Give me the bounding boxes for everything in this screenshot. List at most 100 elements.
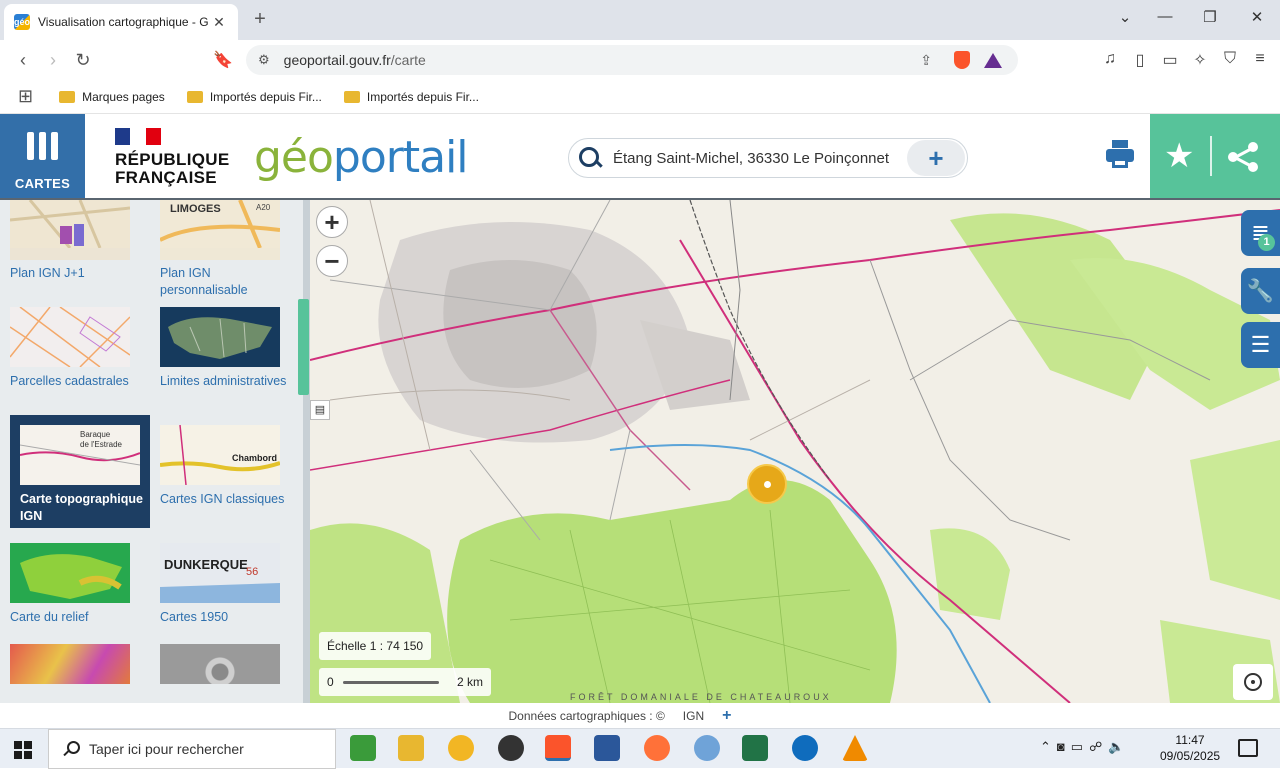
sidebar-toggle-icon[interactable]: ▯ bbox=[1130, 50, 1150, 70]
bookmark-label: Importés depuis Fir... bbox=[366, 89, 479, 104]
brave-shield-icon[interactable] bbox=[954, 51, 970, 69]
catalog-icon bbox=[0, 132, 85, 160]
scale-end: 2 km bbox=[457, 675, 484, 689]
catalog-item-relief[interactable]: Carte du relief bbox=[0, 543, 140, 626]
cartes-classiques-thumbnail: Chambord bbox=[160, 425, 280, 485]
address-bar[interactable]: ⚙ geoportail.gouv.fr/carte ⇪ bbox=[246, 45, 1018, 75]
windows-taskbar: Taper ici pour rechercher ⌃ ◙ ▭ ☍ 🔈 11:4… bbox=[0, 728, 1280, 769]
catalog-item-label: Parcelles cadastrales bbox=[10, 374, 129, 388]
map-info-button[interactable]: ▤ bbox=[310, 400, 330, 420]
catalog-item-carte-topo[interactable]: Baraque de l'Estrade Carte topographique … bbox=[10, 415, 150, 528]
catalog-item-plan-ign-perso[interactable]: LIMOGES A20 Plan IGN personnalisable bbox=[150, 200, 290, 299]
tools-button[interactable]: 🔧 bbox=[1241, 268, 1280, 314]
plan-ign-perso-thumbnail: LIMOGES A20 bbox=[160, 200, 280, 260]
vlc-icon[interactable] bbox=[842, 735, 868, 761]
map-view[interactable]: FORÊT DOMANIALE DE CHATEAUROUX + − ▤ Éch… bbox=[310, 200, 1280, 703]
catalog-scrollbar[interactable] bbox=[303, 200, 310, 703]
browser-tab-strip: géo Visualisation cartographique - G ✕ +… bbox=[0, 0, 1280, 40]
minimize-window-icon[interactable]: — bbox=[1145, 8, 1185, 25]
notification-center-icon[interactable] bbox=[1238, 739, 1258, 757]
close-tab-icon[interactable]: ✕ bbox=[210, 14, 228, 31]
network-icon[interactable]: ☍ bbox=[1089, 739, 1102, 755]
bookmark-folder[interactable]: Importés depuis Fir... bbox=[343, 89, 479, 104]
zoom-in-button[interactable]: + bbox=[316, 206, 348, 238]
url-path: /carte bbox=[390, 52, 426, 68]
wrench-icon: 🔧 bbox=[1246, 278, 1275, 303]
location-marker-icon[interactable] bbox=[747, 464, 787, 504]
geoportail-logo[interactable]: géoportail bbox=[254, 132, 469, 183]
catalog-scroll-thumb[interactable] bbox=[298, 299, 309, 395]
battery-icon[interactable]: ▭ bbox=[1071, 739, 1083, 755]
zoom-out-button[interactable]: − bbox=[316, 245, 348, 277]
taskbar-clock[interactable]: 11:47 09/05/2025 bbox=[1160, 732, 1220, 764]
volume-icon[interactable]: 🔈 bbox=[1108, 739, 1124, 755]
media-icon[interactable]: ♫ bbox=[1100, 50, 1120, 70]
catalog-item-limites[interactable]: Limites administratives bbox=[150, 307, 290, 390]
file-explorer-icon[interactable] bbox=[398, 735, 424, 761]
map-attribution: Données cartographiques : © IGN + bbox=[0, 703, 1280, 728]
meet-now-icon[interactable]: ◙ bbox=[1057, 739, 1065, 755]
thunderbird-icon[interactable] bbox=[792, 735, 818, 761]
attribution-provider: IGN bbox=[682, 708, 705, 723]
forward-arrow-icon[interactable]: › bbox=[38, 50, 68, 71]
search-input[interactable]: Étang Saint-Michel, 36330 Le Poinçonnet bbox=[613, 150, 907, 167]
place-search-box[interactable]: Étang Saint-Michel, 36330 Le Poinçonnet … bbox=[568, 138, 968, 178]
app-cloud-icon[interactable] bbox=[694, 735, 720, 761]
dunkerque-thumb-text: DUNKERQUE bbox=[164, 557, 248, 572]
browser-tab[interactable]: géo Visualisation cartographique - G ✕ bbox=[4, 4, 238, 40]
catalog-item-parcelles[interactable]: Parcelles cadastrales bbox=[0, 307, 140, 390]
close-window-icon[interactable]: ✕ bbox=[1237, 8, 1277, 26]
topographic-map-canvas[interactable]: FORÊT DOMANIALE DE CHATEAUROUX bbox=[310, 200, 1280, 703]
favorites-star-icon[interactable]: ★ bbox=[1164, 136, 1194, 176]
wallet-icon[interactable]: ▭ bbox=[1160, 50, 1180, 70]
menu-icon[interactable]: ≡ bbox=[1250, 50, 1270, 70]
catalog-item-geologie[interactable] bbox=[0, 644, 140, 684]
folder-icon bbox=[186, 90, 203, 103]
vpn-icon[interactable]: ⛉ bbox=[1220, 50, 1240, 70]
apps-grid-icon[interactable]: ⊞ bbox=[18, 86, 33, 107]
layers-manager-button[interactable]: ≣ 1 bbox=[1241, 210, 1280, 256]
republique-francaise-logo[interactable]: RÉPUBLIQUE FRANÇAISE bbox=[115, 128, 229, 187]
plan-ign-j1-thumbnail bbox=[10, 200, 130, 260]
catalog-item-photos-anciennes[interactable] bbox=[150, 644, 290, 684]
legend-button[interactable]: ☰ bbox=[1241, 322, 1280, 368]
french-flag-icon bbox=[115, 128, 161, 145]
catalog-item-cartes-1950[interactable]: DUNKERQUE 56 Cartes 1950 bbox=[150, 543, 290, 626]
site-info-icon[interactable]: ⚙ bbox=[258, 52, 270, 68]
restore-window-icon[interactable]: ❐ bbox=[1190, 8, 1230, 26]
bookmark-label: Marques pages bbox=[82, 89, 165, 104]
taskbar-search-box[interactable]: Taper ici pour rechercher bbox=[48, 729, 336, 769]
back-arrow-icon[interactable]: ‹ bbox=[8, 50, 38, 71]
bookmark-folder[interactable]: Marques pages bbox=[59, 90, 165, 104]
sunflower-app-icon[interactable] bbox=[448, 735, 474, 761]
tab-search-chevron-icon[interactable]: ⌄ bbox=[1105, 8, 1145, 26]
new-tab-icon[interactable]: + bbox=[250, 8, 270, 31]
cartes-menu-button[interactable]: CARTES bbox=[0, 114, 85, 198]
firefox-icon[interactable] bbox=[644, 735, 670, 761]
share-page-icon[interactable]: ⇪ bbox=[920, 52, 932, 69]
attribution-more-button[interactable]: + bbox=[722, 707, 731, 725]
scale-start: 0 bbox=[327, 675, 334, 689]
geolocate-button[interactable] bbox=[1233, 664, 1273, 700]
advanced-search-button[interactable]: + bbox=[907, 140, 965, 176]
print-icon[interactable] bbox=[1106, 140, 1134, 170]
catalog-item-label: Carte topographique IGN bbox=[20, 492, 143, 523]
search-icon[interactable] bbox=[575, 143, 605, 173]
bookmark-folder[interactable]: Importés depuis Fir... bbox=[186, 90, 322, 104]
excel-icon[interactable] bbox=[742, 735, 768, 761]
catalog-item-cartes-classiques[interactable]: Chambord Cartes IGN classiques bbox=[150, 425, 290, 508]
share-icon[interactable] bbox=[1226, 140, 1260, 174]
catalog-item-plan-ign-j1[interactable]: Plan IGN J+1 bbox=[0, 200, 140, 282]
brave-browser-icon[interactable] bbox=[545, 735, 571, 761]
inkscape-icon[interactable] bbox=[498, 735, 524, 761]
brave-rewards-icon[interactable] bbox=[984, 52, 1002, 68]
bookmark-icon[interactable]: 🔖 bbox=[208, 50, 238, 70]
leo-ai-icon[interactable]: ✧ bbox=[1190, 50, 1210, 70]
windows-start-icon[interactable] bbox=[14, 741, 32, 759]
limites-thumbnail bbox=[160, 307, 280, 367]
reload-icon[interactable]: ↻ bbox=[68, 50, 98, 71]
app-t-icon[interactable] bbox=[350, 735, 376, 761]
url-text[interactable]: geoportail.gouv.fr/carte bbox=[284, 52, 921, 68]
show-hidden-icons-icon[interactable]: ⌃ bbox=[1040, 739, 1051, 755]
word-icon[interactable] bbox=[594, 735, 620, 761]
